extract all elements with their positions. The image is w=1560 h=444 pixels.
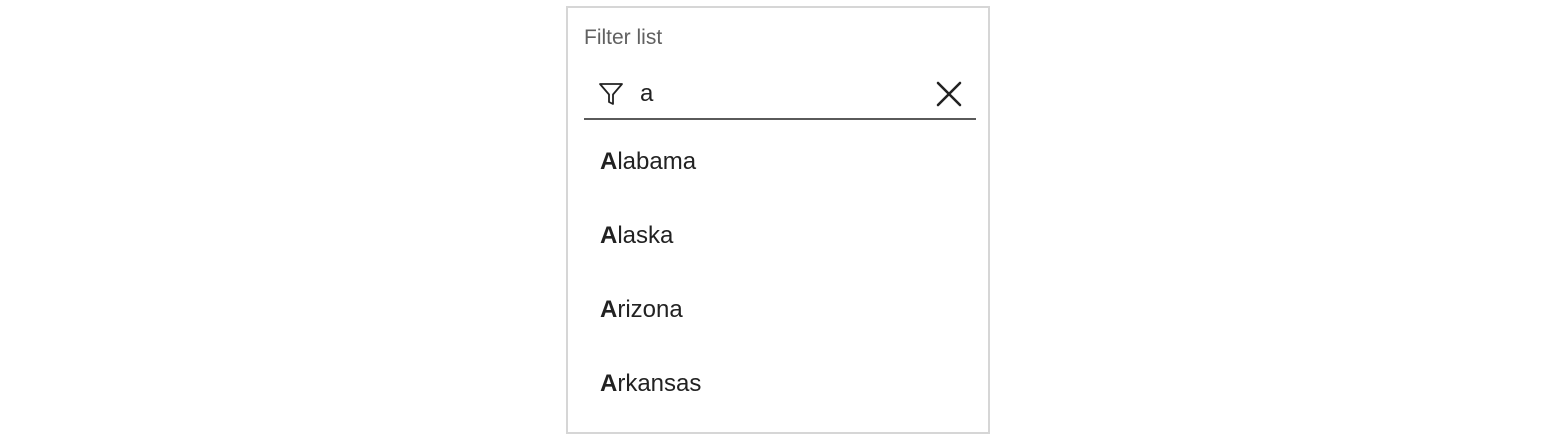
list-item-label: Alaska — [600, 222, 673, 250]
list-item[interactable]: Arkansas — [568, 348, 988, 422]
list-item-rest: labama — [617, 148, 697, 175]
list-item-match: A — [600, 222, 618, 249]
list-item-match: A — [600, 370, 618, 397]
list-item-label: Arkansas — [600, 370, 701, 398]
list-item-rest: rizona — [617, 296, 683, 323]
list-item[interactable]: Arizona — [568, 274, 988, 348]
list-item-label: Arizona — [600, 296, 683, 324]
list-item[interactable]: Alabama — [568, 126, 988, 200]
filter-icon — [599, 83, 623, 105]
list-item-rest: laska — [617, 222, 674, 249]
filter-list-panel: Filter list a Alabama Alaska Arizona Ark… — [566, 6, 990, 434]
filter-list-label: Filter list — [584, 26, 663, 49]
list-item-match: A — [600, 296, 618, 323]
filter-input-value[interactable]: a — [640, 80, 653, 108]
list-item-label: Alabama — [600, 148, 696, 176]
filter-input-field[interactable]: a — [584, 68, 976, 120]
list-item-rest: rkansas — [617, 370, 702, 397]
list-item-match: A — [600, 148, 618, 175]
results-list: Alabama Alaska Arizona Arkansas — [568, 126, 988, 422]
close-icon[interactable] — [934, 79, 964, 109]
list-item[interactable]: Alaska — [568, 200, 988, 274]
